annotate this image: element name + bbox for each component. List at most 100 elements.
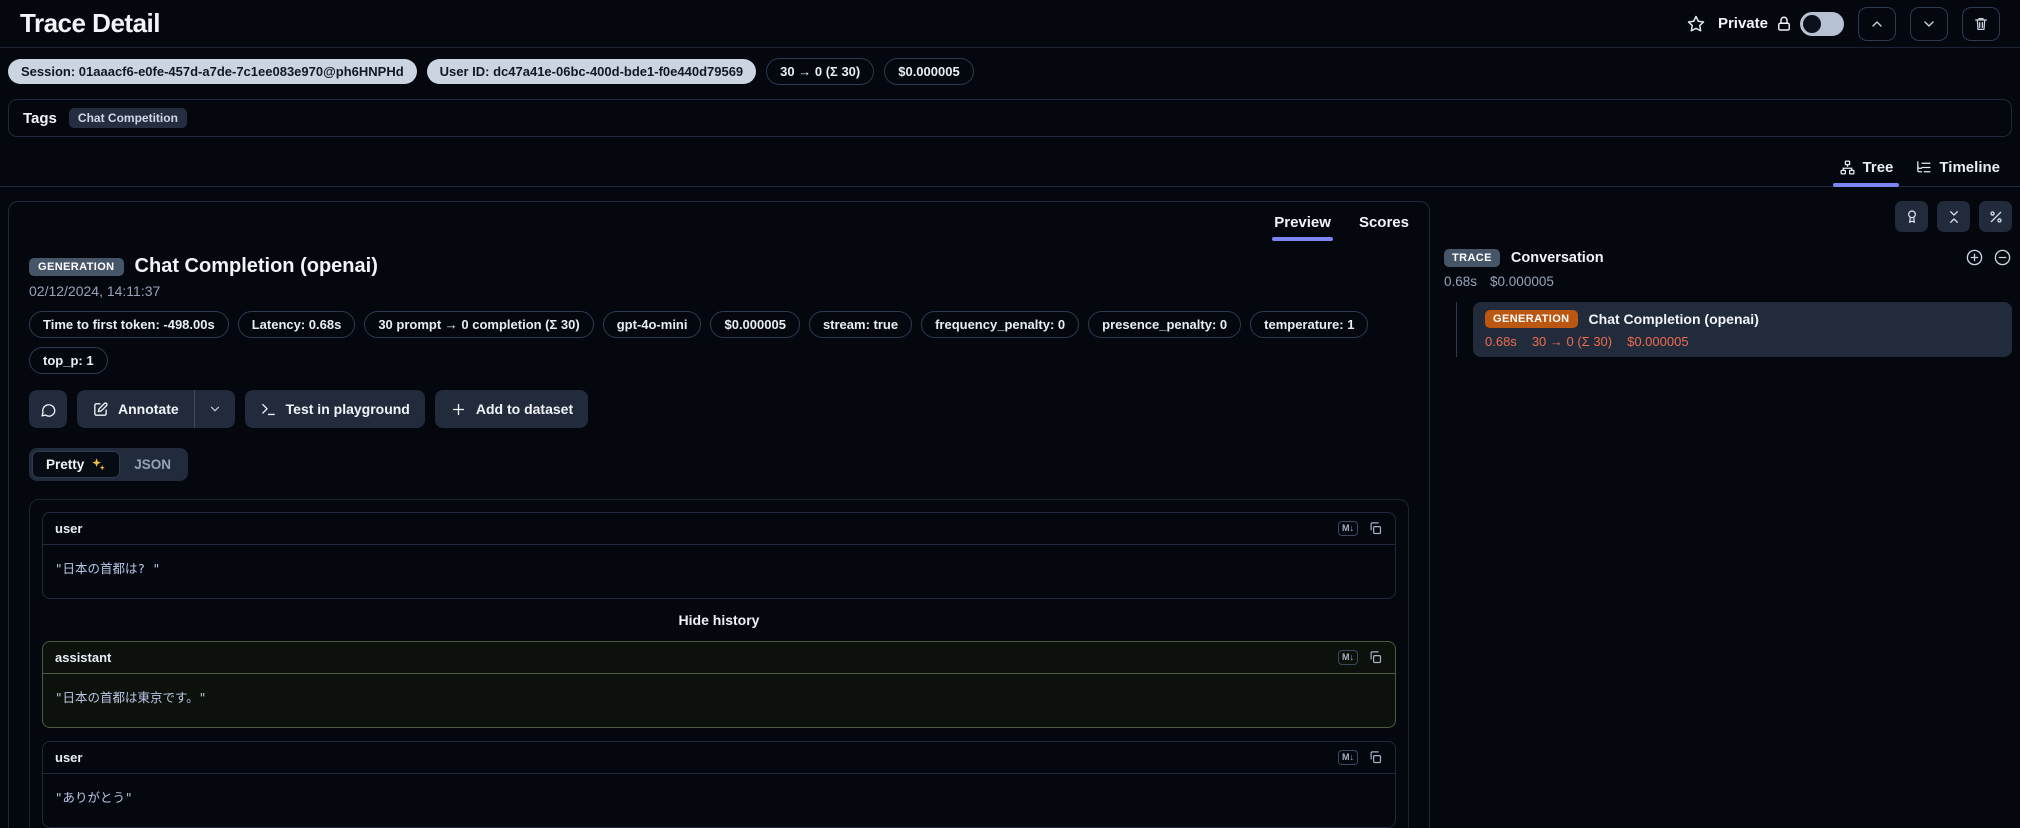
scores-toggle-button[interactable] — [1895, 201, 1928, 232]
observation-title: Chat Completion (openai) — [134, 255, 378, 277]
trace-latency: 0.68s — [1444, 274, 1478, 289]
trace-root-row[interactable]: TRACE Conversation — [1444, 248, 2012, 267]
copy-icon — [1368, 521, 1383, 536]
message-role: assistant — [55, 650, 112, 665]
expand-all-button[interactable] — [1965, 248, 1984, 267]
minus-circle-icon — [1993, 248, 2012, 267]
add-to-dataset-label: Add to dataset — [475, 401, 574, 417]
sidebar-toolbar — [1444, 201, 2012, 232]
lock-icon — [1775, 15, 1793, 33]
user-id-badge[interactable]: User ID: dc47a41e-06bc-400d-bde1-f0e440d… — [426, 59, 757, 84]
previous-trace-button[interactable] — [1858, 6, 1896, 41]
message-assistant-1: assistant M↓ "日本の首都は東京です。" — [42, 641, 1396, 728]
top-bar-actions: Private — [1686, 6, 2000, 41]
message-role: user — [55, 750, 83, 765]
chevron-down-icon — [1921, 16, 1937, 32]
pill-stream: stream: true — [808, 311, 913, 338]
meta-badges-row: Session: 01aaacf6-e0fe-457d-a7de-7c1ee08… — [0, 48, 2020, 93]
privacy-toggle[interactable] — [1800, 11, 1844, 36]
tab-preview[interactable]: Preview — [1272, 214, 1333, 241]
trace-detail-page: Trace Detail Private Session: 01aaacf6-e… — [0, 0, 2020, 828]
message-role: user — [55, 521, 83, 536]
delete-trace-button[interactable] — [1962, 6, 2000, 41]
award-icon — [1904, 209, 1920, 225]
copy-button[interactable] — [1368, 521, 1383, 536]
message-header: assistant M↓ — [43, 642, 1395, 674]
message-content: "ありがとう" — [55, 790, 133, 805]
plus-circle-icon — [1965, 248, 1984, 267]
page-title: Trace Detail — [20, 8, 160, 38]
hide-history-button[interactable]: Hide history — [42, 599, 1396, 641]
trace-stats: 0.68s $0.000005 — [1444, 274, 2012, 289]
generation-badge: GENERATION — [1485, 310, 1578, 328]
metrics-pill-row: Time to first token: -498.00s Latency: 0… — [29, 311, 1409, 374]
node-tokens: 30 → 0 (Σ 30) — [1531, 334, 1613, 349]
observation-panel: Preview Scores GENERATION Chat Completio… — [8, 201, 1430, 828]
add-to-dataset-button[interactable]: Add to dataset — [434, 390, 589, 428]
copy-button[interactable] — [1368, 750, 1383, 765]
star-icon — [1686, 14, 1706, 34]
message-content: "日本の首都は? " — [55, 561, 161, 576]
annotate-split-button: Annotate — [77, 390, 235, 428]
observation-timestamp: 02/12/2024, 14:11:37 — [29, 283, 161, 299]
metrics-toggle-button[interactable] — [1979, 201, 2012, 232]
panel-tabs: Preview Scores — [9, 202, 1429, 241]
tree-node-generation[interactable]: GENERATION Chat Completion (openai) 0.68… — [1473, 302, 2012, 357]
message-header-icons: M↓ — [1338, 649, 1383, 666]
message-user-1: user M↓ "日本の首都は? " — [42, 512, 1396, 599]
generation-type-badge: GENERATION — [29, 257, 124, 276]
markdown-icon[interactable]: M↓ — [1338, 649, 1358, 666]
panel-body: GENERATION Chat Completion (openai) 02/1… — [9, 241, 1429, 828]
pill-cost: $0.000005 — [710, 311, 800, 338]
message-header: user M↓ — [43, 513, 1395, 545]
pill-top-p: top_p: 1 — [29, 347, 108, 374]
tag-chip[interactable]: Chat Competition — [68, 108, 187, 128]
message-header: user M↓ — [43, 742, 1395, 774]
trace-type-badge: TRACE — [1444, 248, 1500, 267]
terminal-icon — [260, 401, 277, 418]
view-tabs-bar: Tree Timeline — [0, 145, 2020, 187]
trace-title: Conversation — [1510, 249, 1604, 266]
collapse-all-button[interactable] — [1937, 201, 1970, 232]
observation-header: GENERATION Chat Completion (openai) — [29, 255, 1409, 278]
comment-button[interactable] — [29, 390, 67, 428]
tags-section: Tags Chat Competition — [8, 99, 2012, 137]
pill-time-to-first-token: Time to first token: -498.00s — [29, 311, 229, 338]
copy-icon — [1368, 650, 1383, 665]
node-stats: 0.68s 30 → 0 (Σ 30) $0.000005 — [1485, 334, 2000, 349]
session-badge[interactable]: Session: 01aaacf6-e0fe-457d-a7de-7c1ee08… — [8, 59, 417, 84]
pretty-toggle[interactable]: Pretty — [32, 451, 121, 478]
pill-presence-penalty: presence_penalty: 0 — [1088, 311, 1242, 338]
percent-icon — [1988, 209, 2004, 225]
markdown-icon[interactable]: M↓ — [1338, 520, 1358, 537]
cost-badge: $0.000005 — [884, 58, 974, 85]
annotate-dropdown-button[interactable] — [195, 390, 235, 428]
comment-icon — [40, 401, 57, 418]
copy-button[interactable] — [1368, 650, 1383, 665]
next-trace-button[interactable] — [1910, 6, 1948, 41]
favorite-star-button[interactable] — [1686, 14, 1706, 34]
collapse-node-button[interactable] — [1993, 248, 2012, 267]
annotate-button[interactable]: Annotate — [77, 390, 194, 428]
toggle-knob — [1803, 14, 1821, 33]
pill-temperature: temperature: 1 — [1250, 311, 1369, 338]
test-in-playground-button[interactable]: Test in playground — [244, 390, 425, 428]
messages-container: user M↓ "日本の首都は? " Hide history assistan… — [29, 499, 1409, 828]
pretty-label: Pretty — [46, 457, 85, 472]
chevrons-collapse-icon — [1946, 209, 1962, 225]
pill-latency: Latency: 0.68s — [237, 311, 356, 338]
tab-scores[interactable]: Scores — [1359, 214, 1409, 241]
tab-timeline[interactable]: Timeline — [1907, 159, 2008, 186]
tab-tree[interactable]: Tree — [1831, 159, 1902, 187]
json-toggle[interactable]: JSON — [120, 451, 185, 478]
privacy-control: Private — [1718, 11, 1844, 36]
message-header-icons: M↓ — [1338, 520, 1383, 537]
pill-frequency-penalty: frequency_penalty: 0 — [921, 311, 1080, 338]
trace-cost: $0.000005 — [1490, 274, 1554, 289]
copy-icon — [1368, 750, 1383, 765]
tab-timeline-label: Timeline — [1939, 159, 2000, 176]
tree-icon — [1839, 159, 1856, 176]
markdown-icon[interactable]: M↓ — [1338, 749, 1358, 766]
annotate-pencil-icon — [92, 401, 109, 418]
pill-model[interactable]: gpt-4o-mini — [602, 311, 702, 338]
